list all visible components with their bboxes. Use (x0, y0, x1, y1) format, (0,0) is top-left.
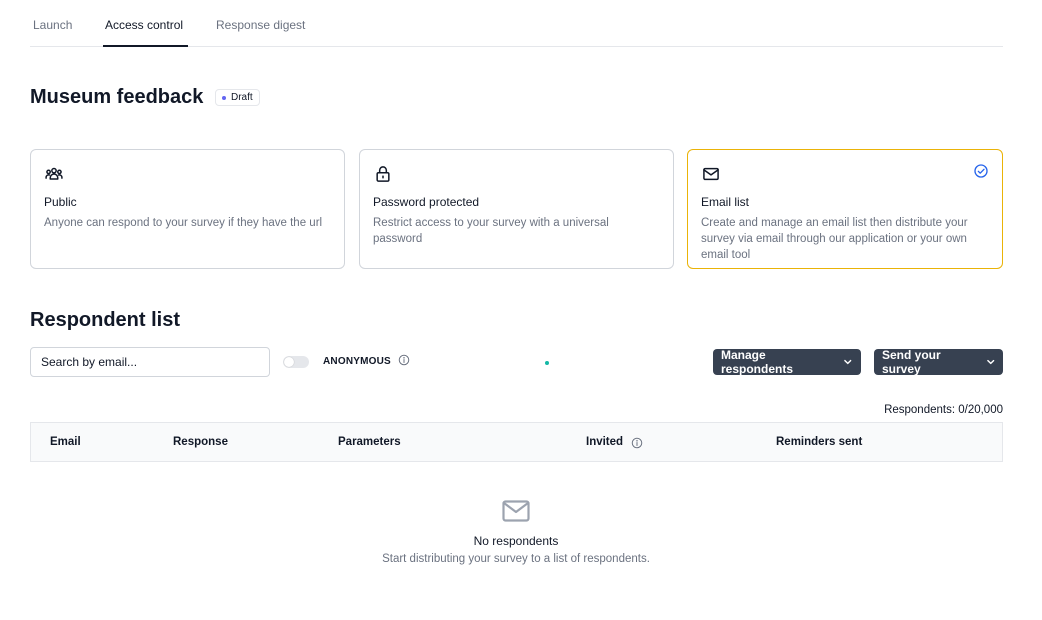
empty-state-title: No respondents (473, 534, 559, 548)
lock-icon (376, 166, 390, 182)
column-header-reminders-sent: Reminders sent (776, 436, 863, 448)
tab-launch[interactable]: Launch (33, 18, 72, 32)
respondent-list-title: Respondent list (30, 309, 181, 331)
access-option-description: Anyone can respond to your survey if the… (44, 217, 323, 229)
table-header: Email Response Parameters Invited Remind… (30, 422, 1003, 462)
send-survey-label: Send your survey (882, 348, 941, 376)
chevron-down-icon (844, 359, 852, 365)
access-option-public[interactable]: Public Anyone can respond to your survey… (30, 149, 345, 269)
info-icon[interactable] (398, 354, 410, 366)
mail-icon (502, 500, 530, 522)
send-survey-button[interactable]: Send your survey (874, 348, 1003, 376)
tab-response-digest[interactable]: Response digest (216, 18, 305, 32)
chevron-down-icon (986, 359, 994, 365)
column-header-parameters: Parameters (338, 436, 401, 448)
column-header-email: Email (50, 436, 81, 448)
status-dot (222, 95, 226, 100)
status-label: Draft (231, 92, 253, 103)
column-header-invited: Invited (586, 436, 624, 448)
anonymous-toggle[interactable] (283, 356, 309, 368)
search-email-input[interactable] (30, 347, 270, 377)
access-option-title: Public (44, 195, 77, 209)
status-indicator-dot (545, 361, 549, 365)
active-tab-indicator (103, 45, 188, 47)
manage-respondents-button[interactable]: Manage respondents (713, 348, 861, 376)
users-icon (45, 167, 63, 180)
manage-respondents-label: Manage respondents (721, 348, 794, 376)
access-option-password[interactable]: Password protected Restrict access to yo… (359, 149, 674, 269)
check-circle-icon (974, 164, 988, 178)
status-badge: Draft (215, 89, 260, 106)
page-title: Museum feedback (30, 86, 204, 108)
info-icon[interactable] (631, 437, 643, 449)
column-header-response: Response (173, 436, 228, 448)
access-option-description: Restrict access to your survey with a un… (373, 217, 609, 245)
mail-icon (703, 167, 719, 181)
toggle-knob (284, 357, 294, 367)
access-option-title: Email list (701, 195, 750, 209)
tab-access-control[interactable]: Access control (105, 18, 183, 32)
anonymous-label: ANONYMOUS (323, 356, 391, 367)
tab-bar: Launch Access control Response digest (30, 0, 1003, 47)
access-option-title: Password protected (373, 195, 480, 209)
respondent-count: Respondents: 0/20,000 (884, 404, 1003, 416)
empty-state-description: Start distributing your survey to a list… (382, 553, 650, 565)
access-option-description: Create and manage an email list then dis… (701, 217, 968, 261)
access-option-email-list[interactable]: Email list Create and manage an email li… (687, 149, 1003, 269)
